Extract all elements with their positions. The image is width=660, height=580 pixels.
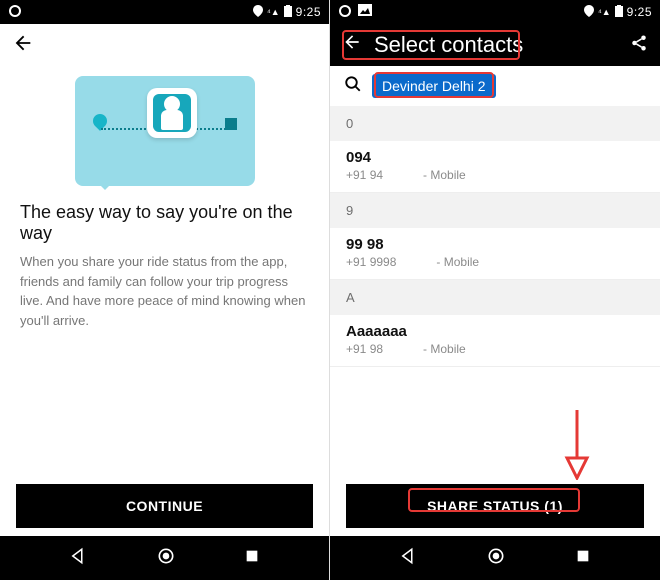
nav-back-icon[interactable] xyxy=(69,547,87,570)
nav-recent-icon[interactable] xyxy=(575,548,591,569)
section-header: 9 xyxy=(330,193,660,228)
contact-number: +91 94 xyxy=(346,168,383,182)
section-header: A xyxy=(330,280,660,315)
gallery-icon xyxy=(358,4,372,21)
nav-home-icon[interactable] xyxy=(156,546,176,571)
contacts-screen: ⁴▲ 9:25 Select contacts Devinder Delhi 2… xyxy=(330,0,660,580)
location-icon xyxy=(584,5,594,20)
chip-label: Devinder Delhi 2 xyxy=(382,78,486,94)
contact-type: - Mobile xyxy=(423,342,466,356)
back-icon[interactable] xyxy=(342,32,362,58)
share-status-button[interactable]: SHARE STATUS (1) xyxy=(346,484,644,528)
android-nav-bar xyxy=(330,536,660,580)
contact-type: - Mobile xyxy=(436,255,479,269)
contact-row[interactable]: Aaaaaaa +91 98 - Mobile xyxy=(330,315,660,367)
contact-number: +91 98 xyxy=(346,342,383,356)
header: Select contacts xyxy=(330,24,660,66)
continue-button[interactable]: CONTINUE xyxy=(16,484,313,528)
contacts-list[interactable]: 0 094 +91 94 - Mobile 9 99 98 +91 9998 -… xyxy=(330,106,660,484)
contact-name: Aaaaaaa xyxy=(346,323,644,340)
contact-type: - Mobile xyxy=(423,168,466,182)
contact-row[interactable]: 99 98 +91 9998 - Mobile xyxy=(330,228,660,280)
intro-body: When you share your ride status from the… xyxy=(0,252,329,330)
search-icon[interactable] xyxy=(344,75,362,98)
intro-screen: ⁴▲ 9:25 The easy way to say you're on th… xyxy=(0,0,330,580)
clock: 9:25 xyxy=(296,5,321,19)
selected-contact-chip[interactable]: Devinder Delhi 2 xyxy=(372,74,496,98)
contact-name: 99 98 xyxy=(346,236,644,253)
page-title: Select contacts xyxy=(374,32,523,58)
status-bar: ⁴▲ 9:25 xyxy=(330,0,660,24)
intro-title: The easy way to say you're on the way xyxy=(0,196,329,252)
uber-app-icon xyxy=(338,4,352,21)
signal-icon: ⁴▲ xyxy=(267,7,280,17)
search-row: Devinder Delhi 2 xyxy=(330,66,660,106)
android-nav-bar xyxy=(0,536,329,580)
location-icon xyxy=(253,5,263,20)
contact-number: +91 9998 xyxy=(346,255,396,269)
nav-recent-icon[interactable] xyxy=(244,548,260,569)
nav-back-icon[interactable] xyxy=(399,547,417,570)
share-icon[interactable] xyxy=(630,34,648,57)
status-bar: ⁴▲ 9:25 xyxy=(0,0,329,24)
battery-icon xyxy=(615,5,623,20)
uber-app-icon xyxy=(8,4,22,21)
battery-icon xyxy=(284,5,292,20)
contact-name: 094 xyxy=(346,149,644,166)
contact-row[interactable]: 094 +91 94 - Mobile xyxy=(330,141,660,193)
section-header: 0 xyxy=(330,106,660,141)
illustration xyxy=(0,68,329,196)
back-icon[interactable] xyxy=(12,32,34,60)
clock: 9:25 xyxy=(627,5,652,19)
signal-icon: ⁴▲ xyxy=(598,7,611,17)
nav-home-icon[interactable] xyxy=(486,546,506,571)
header xyxy=(0,24,329,68)
